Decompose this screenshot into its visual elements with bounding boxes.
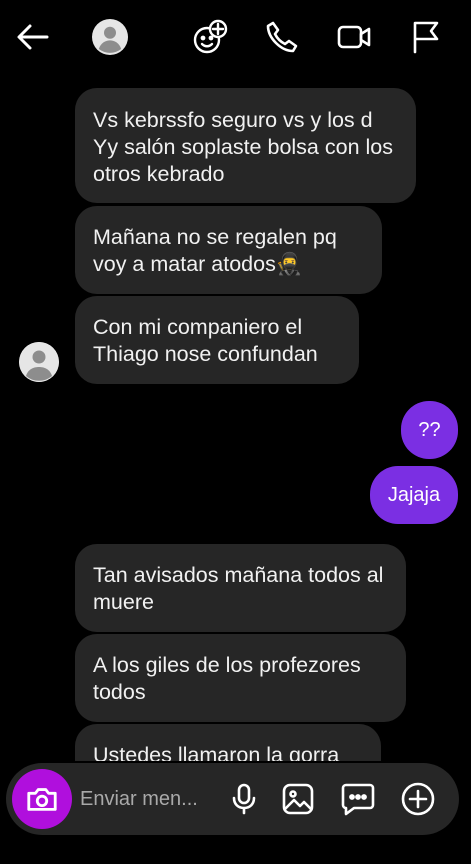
sticker-chat-icon[interactable]: [338, 779, 378, 819]
camera-icon[interactable]: [12, 769, 72, 829]
add-effect-icon[interactable]: [189, 16, 231, 58]
contact-avatar-icon[interactable]: [89, 16, 131, 58]
flag-icon[interactable]: [405, 16, 447, 58]
incoming-message[interactable]: Ustedes llamaron la gorra: [75, 724, 381, 761]
sender-avatar-icon[interactable]: [19, 342, 59, 382]
outgoing-message[interactable]: ??: [401, 401, 458, 459]
video-call-icon[interactable]: [333, 16, 375, 58]
add-icon[interactable]: [398, 779, 438, 819]
incoming-message[interactable]: Tan avisados mañana todos al muere: [75, 544, 406, 632]
message-composer: [6, 763, 459, 835]
back-arrow-icon[interactable]: [12, 16, 54, 58]
message-thread[interactable]: Vs kebrssfo seguro vs y los d Yy salón s…: [0, 78, 471, 761]
incoming-message[interactable]: Mañana no se regalen pq voy a matar atod…: [75, 206, 382, 294]
message-input[interactable]: [80, 783, 220, 815]
phone-icon[interactable]: [261, 16, 303, 58]
gallery-icon[interactable]: [278, 779, 318, 819]
incoming-message[interactable]: Con mi companiero el Thiago nose confund…: [75, 296, 359, 384]
incoming-message[interactable]: A los giles de los profezores todos: [75, 634, 406, 722]
incoming-message[interactable]: Vs kebrssfo seguro vs y los d Yy salón s…: [75, 88, 416, 203]
chat-header: [0, 0, 471, 78]
outgoing-message[interactable]: Jajaja: [370, 466, 458, 524]
microphone-icon[interactable]: [224, 779, 264, 819]
